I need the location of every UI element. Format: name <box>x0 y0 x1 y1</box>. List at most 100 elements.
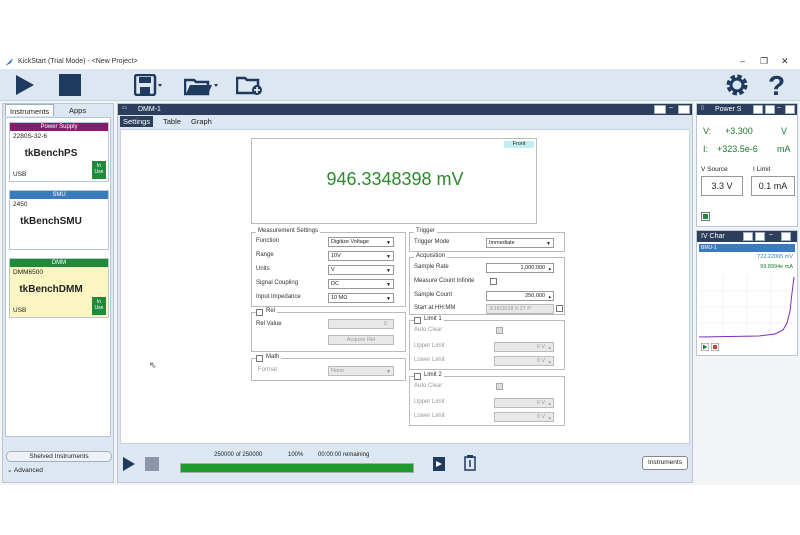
svg-text:?: ? <box>768 71 785 99</box>
upper-limit-input[interactable]: 0 V ▴ <box>494 342 554 352</box>
iv-value-current: 99.8994e mA <box>760 264 793 270</box>
measure-count-infinite-checkbox[interactable] <box>490 278 497 285</box>
tab-table[interactable]: Table <box>160 116 184 127</box>
minimize-panel-icon[interactable]: – <box>669 104 673 111</box>
acquire-rel-button[interactable]: Acquire Rel <box>328 335 394 345</box>
minimize-panel-icon[interactable]: – <box>777 104 781 111</box>
dock-icon[interactable] <box>765 105 775 114</box>
rel-checkbox[interactable] <box>256 309 263 316</box>
play-icon[interactable] <box>14 73 36 97</box>
minimize-panel-icon[interactable]: – <box>769 231 773 238</box>
new-folder-icon[interactable] <box>236 74 264 96</box>
power-supply-panel: ▯ Power S – V: +3.300 V I: +323.5e-6 mA … <box>696 103 798 227</box>
stop-icon[interactable] <box>711 343 719 351</box>
export-icon[interactable] <box>432 456 446 472</box>
output-toggle[interactable] <box>701 212 710 221</box>
instrument-card-smu[interactable]: SMU 2450 tkBenchSMU <box>9 190 109 250</box>
power-panel-title: Power S <box>715 106 742 113</box>
save-icon[interactable] <box>134 74 164 96</box>
trigger-mode-select[interactable]: Immediate ▼ <box>486 238 554 248</box>
measurement-readout: Front 946.3348398 mV <box>251 138 537 224</box>
sample-count-input[interactable]: 250,000 ▴ <box>486 291 554 301</box>
start-at-input[interactable]: 3/16/2018 5:27 P <box>486 304 554 314</box>
stop-icon[interactable] <box>58 73 82 97</box>
instrument-card-ps[interactable]: Power Supply 2280S-32-6 tkBenchPS USB In… <box>9 122 109 182</box>
vsource-input[interactable]: 3.3 V <box>701 176 743 196</box>
start-at-label: Start at HH:MM <box>414 305 456 311</box>
shelved-instruments-button[interactable]: Shelved Instruments <box>6 451 112 462</box>
limit2-checkbox[interactable] <box>414 373 421 380</box>
auto-clear-checkbox[interactable] <box>496 327 503 334</box>
rel-group: Rel Rel Value 0 Acquire Rel <box>251 308 406 352</box>
range-select[interactable]: 10V ▼ <box>328 251 394 261</box>
close-panel-icon[interactable] <box>781 232 791 241</box>
dmm-panel-header: ▭ DMM-1 – <box>118 104 692 115</box>
iv-series-row[interactable]: BMU-1 <box>699 244 795 252</box>
card-name: tkBenchSMU <box>20 216 82 227</box>
card-name: tkBenchPS <box>24 148 78 159</box>
auto-clear-label: Auto Clear <box>414 327 443 333</box>
sample-rate-input[interactable]: 1,000,000 ▴ <box>486 263 554 273</box>
stop-icon[interactable] <box>144 456 160 472</box>
lower-limit-input[interactable]: 0 V ▴ <box>494 356 554 366</box>
rel-value-label: Rel Value <box>256 321 282 327</box>
tab-graph[interactable]: Graph <box>188 116 215 127</box>
iv-value-voltage: 722.22065 mV <box>757 254 793 260</box>
dmm-panel-title: DMM-1 <box>138 106 161 113</box>
close-button[interactable]: ✕ <box>781 56 789 67</box>
maximize-button[interactable]: ❐ <box>760 56 768 67</box>
lower-limit-input[interactable]: 0 V ▴ <box>494 412 554 422</box>
voltage-unit: V <box>781 126 788 136</box>
limit2-group: Limit 2 Auto Clear Upper Limit 0 V ▴ Lowe… <box>409 372 565 426</box>
group-title: Trigger <box>414 228 437 234</box>
tab-instruments[interactable]: Instruments <box>5 104 55 116</box>
format-select[interactable]: None ▼ <box>328 366 394 376</box>
popout-icon[interactable] <box>753 105 763 114</box>
play-icon[interactable] <box>701 343 709 351</box>
math-checkbox[interactable] <box>256 355 263 362</box>
start-at-checkbox[interactable] <box>556 305 563 312</box>
in-use-badge: In Use <box>92 297 106 315</box>
coupling-select[interactable]: DC ▼ <box>328 279 394 289</box>
auto-clear-checkbox[interactable] <box>496 383 503 390</box>
instrument-card-dmm[interactable]: DMM DMM6500 tkBenchDMM USB In Use <box>9 258 109 318</box>
clipboard-icon[interactable] <box>464 455 476 471</box>
advanced-label: Advanced <box>13 467 43 474</box>
dock-icon[interactable] <box>755 232 765 241</box>
popout-icon[interactable] <box>654 105 666 114</box>
voltage-value: +3.300 <box>725 126 753 136</box>
rel-value-input[interactable]: 0 <box>328 319 394 329</box>
minimize-button[interactable]: – <box>740 56 745 66</box>
units-select[interactable]: V ▼ <box>328 265 394 275</box>
help-icon[interactable]: ? <box>764 71 790 99</box>
settings-body: Front 946.3348398 mV Measurement Setting… <box>120 129 690 444</box>
impedance-select[interactable]: 10 MΩ ▼ <box>328 293 394 303</box>
tab-apps[interactable]: Apps <box>65 104 90 116</box>
instruments-panel: Instruments Apps Power Supply 2280S-32-6… <box>2 103 114 483</box>
format-label: Format <box>258 367 278 373</box>
instrument-list: Power Supply 2280S-32-6 tkBenchPS USB In… <box>5 117 111 437</box>
progress-count: 250000 of 250000 <box>214 452 263 458</box>
card-header: Power Supply <box>10 123 108 131</box>
close-panel-icon[interactable] <box>678 105 690 114</box>
advanced-toggle[interactable]: ⌄ Advanced <box>7 466 43 474</box>
tab-settings[interactable]: Settings <box>120 116 154 127</box>
lower-limit-label: Lower Limit <box>414 413 445 419</box>
upper-limit-input[interactable]: 0 V ▴ <box>494 398 554 408</box>
card-model: 2280S-32-6 <box>13 133 47 140</box>
ilimit-input[interactable]: 0.1 mA <box>751 176 795 196</box>
gear-icon[interactable] <box>724 72 750 98</box>
limit1-checkbox[interactable] <box>414 317 421 324</box>
open-folder-icon[interactable] <box>184 74 220 96</box>
trigger-group: Trigger Trigger Mode Immediate ▼ <box>409 228 565 252</box>
close-panel-icon[interactable] <box>785 105 795 114</box>
instrument-icon: ▭ <box>122 105 127 111</box>
toolbar: ? <box>0 69 800 101</box>
play-icon[interactable] <box>122 456 136 472</box>
popout-icon[interactable] <box>743 232 753 241</box>
function-select[interactable]: Digitize Voltage ▼ <box>328 237 394 247</box>
group-title: Measurement Settings <box>256 228 321 234</box>
instruments-button[interactable]: Instruments <box>642 456 688 470</box>
card-model: 2450 <box>13 201 28 208</box>
units-label: Units <box>256 266 270 272</box>
